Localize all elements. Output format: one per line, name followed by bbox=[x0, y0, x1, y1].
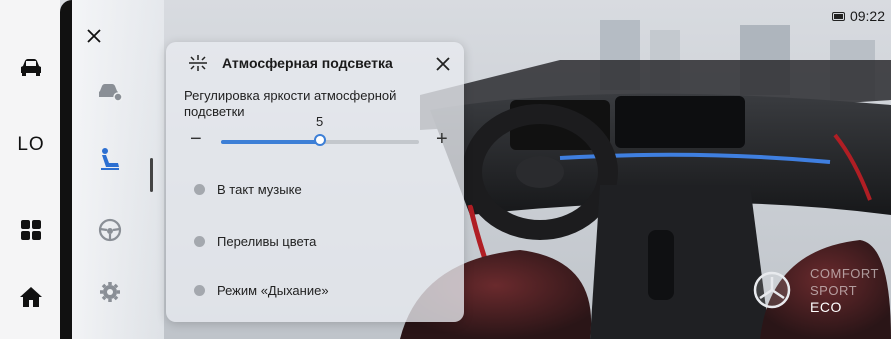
option-label: Режим «Дыхание» bbox=[217, 282, 329, 298]
category-steering[interactable] bbox=[86, 208, 134, 252]
battery-icon bbox=[831, 11, 845, 21]
left-dock: LO bbox=[0, 0, 60, 339]
settings-categories bbox=[72, 0, 164, 339]
ambient-light-icon bbox=[189, 55, 207, 71]
close-settings-button[interactable] bbox=[78, 20, 110, 52]
home-icon bbox=[20, 287, 42, 307]
ambient-lighting-panel: Атмосферная подсветка Регулировка яркост… bbox=[166, 42, 464, 322]
vehicle-settings-icon bbox=[99, 84, 123, 102]
drive-mode-selector-icon[interactable] bbox=[752, 270, 792, 310]
status-bar: 09:22 bbox=[831, 8, 885, 24]
dock-temperature-button[interactable]: LO bbox=[6, 120, 56, 170]
category-seat[interactable] bbox=[86, 138, 134, 182]
drive-mode-eco[interactable]: ECO bbox=[810, 299, 842, 315]
brightness-slider-thumb[interactable] bbox=[314, 134, 326, 146]
brightness-slider-fill bbox=[221, 140, 320, 144]
option-music-sync[interactable]: В такт музыке bbox=[194, 179, 302, 199]
dock-divider bbox=[60, 0, 72, 339]
close-icon bbox=[436, 57, 450, 71]
radio-indicator bbox=[194, 235, 205, 247]
option-color-flow[interactable]: Переливы цвета bbox=[194, 231, 316, 251]
steering-wheel-icon bbox=[98, 218, 122, 242]
seat-icon bbox=[101, 148, 119, 170]
clock: 09:22 bbox=[849, 8, 885, 24]
dock-car-button[interactable] bbox=[6, 42, 56, 92]
option-label: Переливы цвета bbox=[217, 233, 317, 249]
category-general[interactable] bbox=[86, 270, 134, 314]
drive-mode-comfort[interactable]: COMFORT bbox=[810, 266, 879, 281]
radio-indicator bbox=[194, 284, 205, 296]
dock-apps-button[interactable] bbox=[6, 205, 56, 255]
drive-mode-sport[interactable]: SPORT bbox=[810, 283, 857, 298]
brightness-value: 5 bbox=[316, 114, 324, 129]
category-scrollbar[interactable] bbox=[150, 158, 153, 192]
dock-home-button[interactable] bbox=[6, 272, 56, 322]
radio-indicator bbox=[194, 183, 205, 195]
option-breathing-mode[interactable]: Режим «Дыхание» bbox=[194, 280, 329, 300]
close-icon bbox=[87, 29, 101, 43]
apps-grid-icon bbox=[21, 220, 41, 240]
brightness-label: Регулировка яркости атмосферной подсветк… bbox=[184, 88, 397, 119]
brightness-increase-button[interactable]: + bbox=[436, 128, 448, 151]
temperature-label: LO bbox=[17, 134, 45, 155]
panel-close-button[interactable] bbox=[432, 53, 454, 75]
brightness-decrease-button[interactable]: − bbox=[190, 128, 202, 151]
category-vehicle[interactable] bbox=[86, 70, 134, 114]
option-label: В такт музыке bbox=[217, 181, 302, 197]
panel-title: Атмосферная подсветка bbox=[222, 55, 393, 71]
car-icon bbox=[21, 59, 41, 76]
brightness-slider[interactable] bbox=[221, 134, 419, 146]
gear-icon bbox=[100, 282, 120, 302]
